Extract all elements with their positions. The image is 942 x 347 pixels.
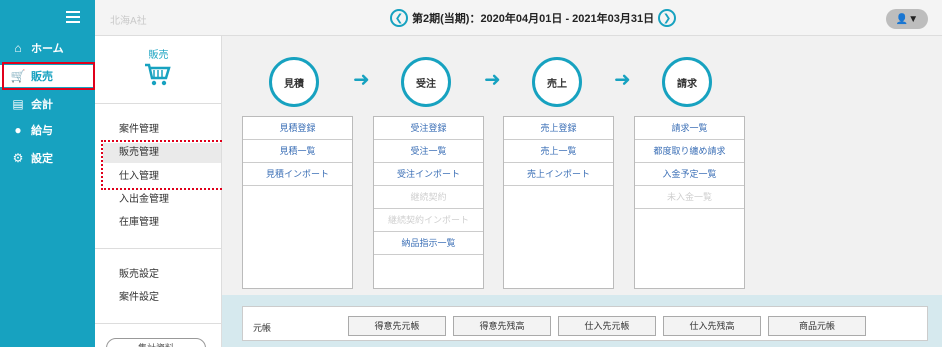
nav-item-settings[interactable]: ⚙ 設定	[0, 147, 95, 169]
divider	[95, 103, 222, 104]
period-label: 第2期(当期)：2020年04月01日 - 2021年03月31日	[412, 13, 655, 25]
link-sales-register[interactable]: 売上登録	[504, 117, 613, 140]
ledger-section: 元帳 得意先元帳 得意先残高 仕入先元帳 仕入先残高 商品元帳	[222, 295, 942, 347]
divider	[95, 323, 222, 324]
highlight-box-submenu	[101, 140, 229, 190]
summary-report-button[interactable]: 集計資料	[106, 338, 206, 347]
product-ledger-button[interactable]: 商品元帳	[768, 316, 866, 336]
customer-ledger-button[interactable]: 得意先元帳	[348, 316, 446, 336]
stage-sales: 売上	[532, 57, 582, 107]
nav-item-label: 設定	[31, 153, 53, 165]
submenu-item-cash-mgmt[interactable]: 入出金管理	[103, 190, 221, 210]
gear-icon: ⚙	[12, 151, 24, 165]
arrow-right-icon: ➜	[614, 69, 631, 91]
link-delivery-list[interactable]: 納品指示一覧	[374, 232, 483, 255]
link-quote-register[interactable]: 見積登録	[243, 117, 352, 140]
nav-item-label: 会計	[31, 99, 53, 111]
nav-item-payroll[interactable]: ● 給与	[0, 119, 95, 141]
home-icon: ⌂	[14, 41, 22, 55]
sales-flow-panel: 見積 ➜ 受注 ➜ 売上 ➜ 請求 見積登録 見積一覧 見積インポート 受注登録…	[222, 36, 942, 295]
nav-item-label: 給与	[31, 125, 53, 137]
link-unpaid-list: 未入金一覧	[635, 186, 744, 209]
sales-links-panel: 売上登録 売上一覧 売上インポート	[503, 116, 614, 289]
arrow-right-icon: ➜	[484, 69, 501, 91]
link-contract-import: 継続契約インポート	[374, 209, 483, 232]
link-sales-list[interactable]: 売上一覧	[504, 140, 613, 163]
nav-item-home[interactable]: ⌂ ホーム	[0, 37, 95, 59]
supplier-ledger-button[interactable]: 仕入先元帳	[558, 316, 656, 336]
arrow-right-icon: ➜	[353, 69, 370, 91]
divider	[95, 248, 222, 249]
submenu-item-inventory[interactable]: 在庫管理	[103, 213, 221, 233]
submenu-item-project-settings[interactable]: 案件設定	[103, 288, 221, 308]
top-bar: 北海A社 ❮ 第2期(当期)：2020年04月01日 - 2021年03月31日…	[95, 0, 942, 36]
user-icon: 👤	[895, 13, 909, 25]
nav-item-label: ホーム	[31, 43, 64, 55]
link-order-import[interactable]: 受注インポート	[374, 163, 483, 186]
hamburger-menu-icon[interactable]	[66, 11, 80, 23]
cart-icon	[145, 63, 171, 86]
chevron-left-icon: ❮	[394, 12, 404, 24]
company-name: 北海A社	[110, 16, 147, 27]
submenu-item-sales-settings[interactable]: 販売設定	[103, 265, 221, 285]
link-quote-import[interactable]: 見積インポート	[243, 163, 352, 186]
highlight-box-sales	[2, 62, 95, 90]
order-links-panel: 受注登録 受注一覧 受注インポート 継続契約 継続契約インポート 納品指示一覧	[373, 116, 484, 289]
link-quote-list[interactable]: 見積一覧	[243, 140, 352, 163]
invoice-links-panel: 請求一覧 都度取り纏め請求 入金予定一覧 未入金一覧	[634, 116, 745, 289]
stage-order: 受注	[401, 57, 451, 107]
submenu-title: 販売	[148, 50, 169, 61]
stage-invoice: 請求	[662, 57, 712, 107]
next-period-button[interactable]: ❯	[658, 9, 677, 27]
sales-submenu: 販売 案件管理 販売管理 仕入管理 入出金管理 在庫管理 販売設定 案件設定 集…	[95, 36, 222, 347]
stage-quote: 見積	[269, 57, 319, 107]
period-selector: ❮ 第2期(当期)：2020年04月01日 - 2021年03月31日 ❯	[390, 9, 677, 27]
left-navigation: ⌂ ホーム 🛒 販売 ▤ 会計 ● 給与 ⚙ 設定	[0, 0, 95, 347]
link-payment-schedule[interactable]: 入金予定一覧	[635, 163, 744, 186]
user-menu-button[interactable]: 👤 ▼	[886, 9, 928, 29]
moneybag-icon: ●	[14, 123, 22, 137]
prev-period-button[interactable]: ❮	[390, 9, 408, 27]
chevron-right-icon: ❯	[662, 12, 672, 24]
quote-links-panel: 見積登録 見積一覧 見積インポート	[242, 116, 353, 289]
ledger-panel: 元帳 得意先元帳 得意先残高 仕入先元帳 仕入先残高 商品元帳	[242, 306, 928, 341]
link-order-register[interactable]: 受注登録	[374, 117, 483, 140]
link-contract: 継続契約	[374, 186, 483, 209]
nav-item-accounting[interactable]: ▤ 会計	[0, 93, 95, 115]
customer-balance-button[interactable]: 得意先残高	[453, 316, 551, 336]
ledger-label: 元帳	[253, 323, 272, 333]
link-invoice-list[interactable]: 請求一覧	[635, 117, 744, 140]
calculator-icon: ▤	[12, 97, 24, 111]
submenu-item-project[interactable]: 案件管理	[103, 120, 221, 140]
link-sales-import[interactable]: 売上インポート	[504, 163, 613, 186]
link-order-list[interactable]: 受注一覧	[374, 140, 483, 163]
caret-down-icon: ▼	[908, 13, 919, 25]
link-batch-invoice[interactable]: 都度取り纏め請求	[635, 140, 744, 163]
supplier-balance-button[interactable]: 仕入先残高	[663, 316, 761, 336]
